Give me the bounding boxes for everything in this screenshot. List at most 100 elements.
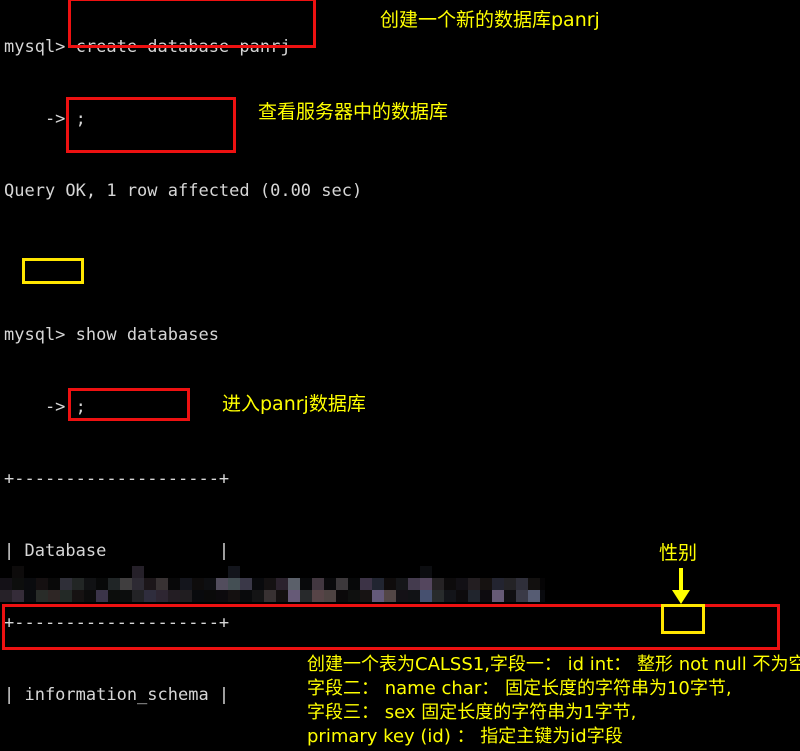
mosaic-cell	[540, 566, 545, 578]
mosaic-cell	[12, 590, 24, 602]
mosaic-cell	[288, 590, 300, 602]
terminal-line: mysql> create database panrj	[4, 37, 291, 57]
mosaic-cell	[36, 566, 48, 578]
mosaic-cell	[108, 566, 120, 578]
mosaic-cell	[348, 578, 360, 590]
mosaic-cell	[48, 590, 60, 602]
mosaic-cell	[204, 578, 216, 590]
mosaic-cell	[72, 590, 84, 602]
mosaic-cell	[0, 590, 12, 602]
mosaic-cell	[300, 578, 312, 590]
mosaic-cell	[168, 578, 180, 590]
mosaic-cell	[528, 566, 540, 578]
annotation-show-databases: 查看服务器中的数据库	[258, 101, 449, 123]
mosaic-cell	[324, 590, 336, 602]
mosaic-cell	[120, 578, 132, 590]
mosaic-cell	[540, 590, 545, 602]
mosaic-cell	[396, 578, 408, 590]
mosaic-cell	[48, 566, 60, 578]
mosaic-cell	[264, 590, 276, 602]
mosaic-cell	[132, 566, 144, 578]
mosaic-cell	[96, 566, 108, 578]
mosaic-cell	[528, 578, 540, 590]
mosaic-cell	[84, 590, 96, 602]
mosaic-cell	[456, 578, 468, 590]
mosaic-cell	[324, 578, 336, 590]
sex-pointer-arrow-shaft	[679, 568, 683, 592]
mosaic-cell	[24, 566, 36, 578]
mosaic-cell	[252, 590, 264, 602]
mosaic-cell	[228, 566, 240, 578]
terminal-line: -> ;	[4, 397, 86, 417]
mosaic-cell	[348, 566, 360, 578]
mosaic-cell	[144, 590, 156, 602]
mosaic-cell	[60, 566, 72, 578]
mosaic-cell	[60, 590, 72, 602]
terminal-line: mysql> show databases	[4, 325, 219, 345]
mosaic-cell	[540, 578, 545, 590]
mosaic-cell	[192, 590, 204, 602]
mosaic-cell	[228, 578, 240, 590]
mosaic-cell	[372, 578, 384, 590]
mosaic-cell	[420, 566, 432, 578]
annotation-sex-label: 性别	[659, 542, 698, 564]
mosaic-cell	[384, 590, 396, 602]
mosaic-cell	[516, 566, 528, 578]
mosaic-cell	[312, 578, 324, 590]
mosaic-cell	[516, 590, 528, 602]
mosaic-cell	[168, 590, 180, 602]
mosaic-cell	[492, 566, 504, 578]
annotation-create-database: 创建一个新的数据库panrj	[380, 9, 600, 31]
mosaic-cell	[96, 590, 108, 602]
mosaic-cell	[276, 566, 288, 578]
mosaic-cell	[72, 578, 84, 590]
mosaic-cell	[432, 578, 444, 590]
mosaic-cell	[108, 578, 120, 590]
mosaic-cell	[36, 578, 48, 590]
mosaic-cell	[312, 590, 324, 602]
mosaic-cell	[516, 578, 528, 590]
mosaic-cell	[408, 590, 420, 602]
mosaic-cell	[252, 578, 264, 590]
mosaic-cell	[480, 578, 492, 590]
mosaic-cell	[420, 578, 432, 590]
annotation-explain-line-3: 字段三： sex 固定长度的字符串为1字节,	[307, 702, 637, 723]
mosaic-cell	[336, 566, 348, 578]
mosaic-cell	[528, 590, 540, 602]
mosaic-cell	[240, 590, 252, 602]
annotation-use-database: 进入panrj数据库	[222, 393, 366, 415]
mosaic-cell	[372, 566, 384, 578]
redacted-mosaic-band	[0, 566, 545, 602]
mosaic-cell	[96, 578, 108, 590]
mosaic-cell	[384, 566, 396, 578]
mosaic-cell	[360, 566, 372, 578]
terminal-line: +--------------------+	[4, 613, 230, 633]
mosaic-cell	[120, 590, 132, 602]
mosaic-cell	[420, 590, 432, 602]
mosaic-cell	[228, 590, 240, 602]
mosaic-cell	[12, 578, 24, 590]
mosaic-cell	[504, 566, 516, 578]
mosaic-cell	[132, 578, 144, 590]
mosaic-cell	[252, 566, 264, 578]
mosaic-cell	[504, 578, 516, 590]
mosaic-cell	[468, 578, 480, 590]
mosaic-cell	[84, 566, 96, 578]
mosaic-cell	[216, 566, 228, 578]
mosaic-cell	[264, 566, 276, 578]
mosaic-cell	[144, 566, 156, 578]
mosaic-cell	[180, 578, 192, 590]
mosaic-cell	[24, 590, 36, 602]
mosaic-cell	[300, 566, 312, 578]
mosaic-cell	[432, 590, 444, 602]
mosaic-cell	[24, 578, 36, 590]
mosaic-cell	[168, 566, 180, 578]
mosaic-cell	[360, 590, 372, 602]
mosaic-cell	[192, 566, 204, 578]
annotation-explain-line-2: 字段二： name char： 固定长度的字符串为10字节,	[307, 678, 732, 699]
mosaic-cell	[276, 590, 288, 602]
terminal-line: +--------------------+	[4, 469, 230, 489]
mosaic-cell	[432, 566, 444, 578]
mosaic-cell	[156, 578, 168, 590]
